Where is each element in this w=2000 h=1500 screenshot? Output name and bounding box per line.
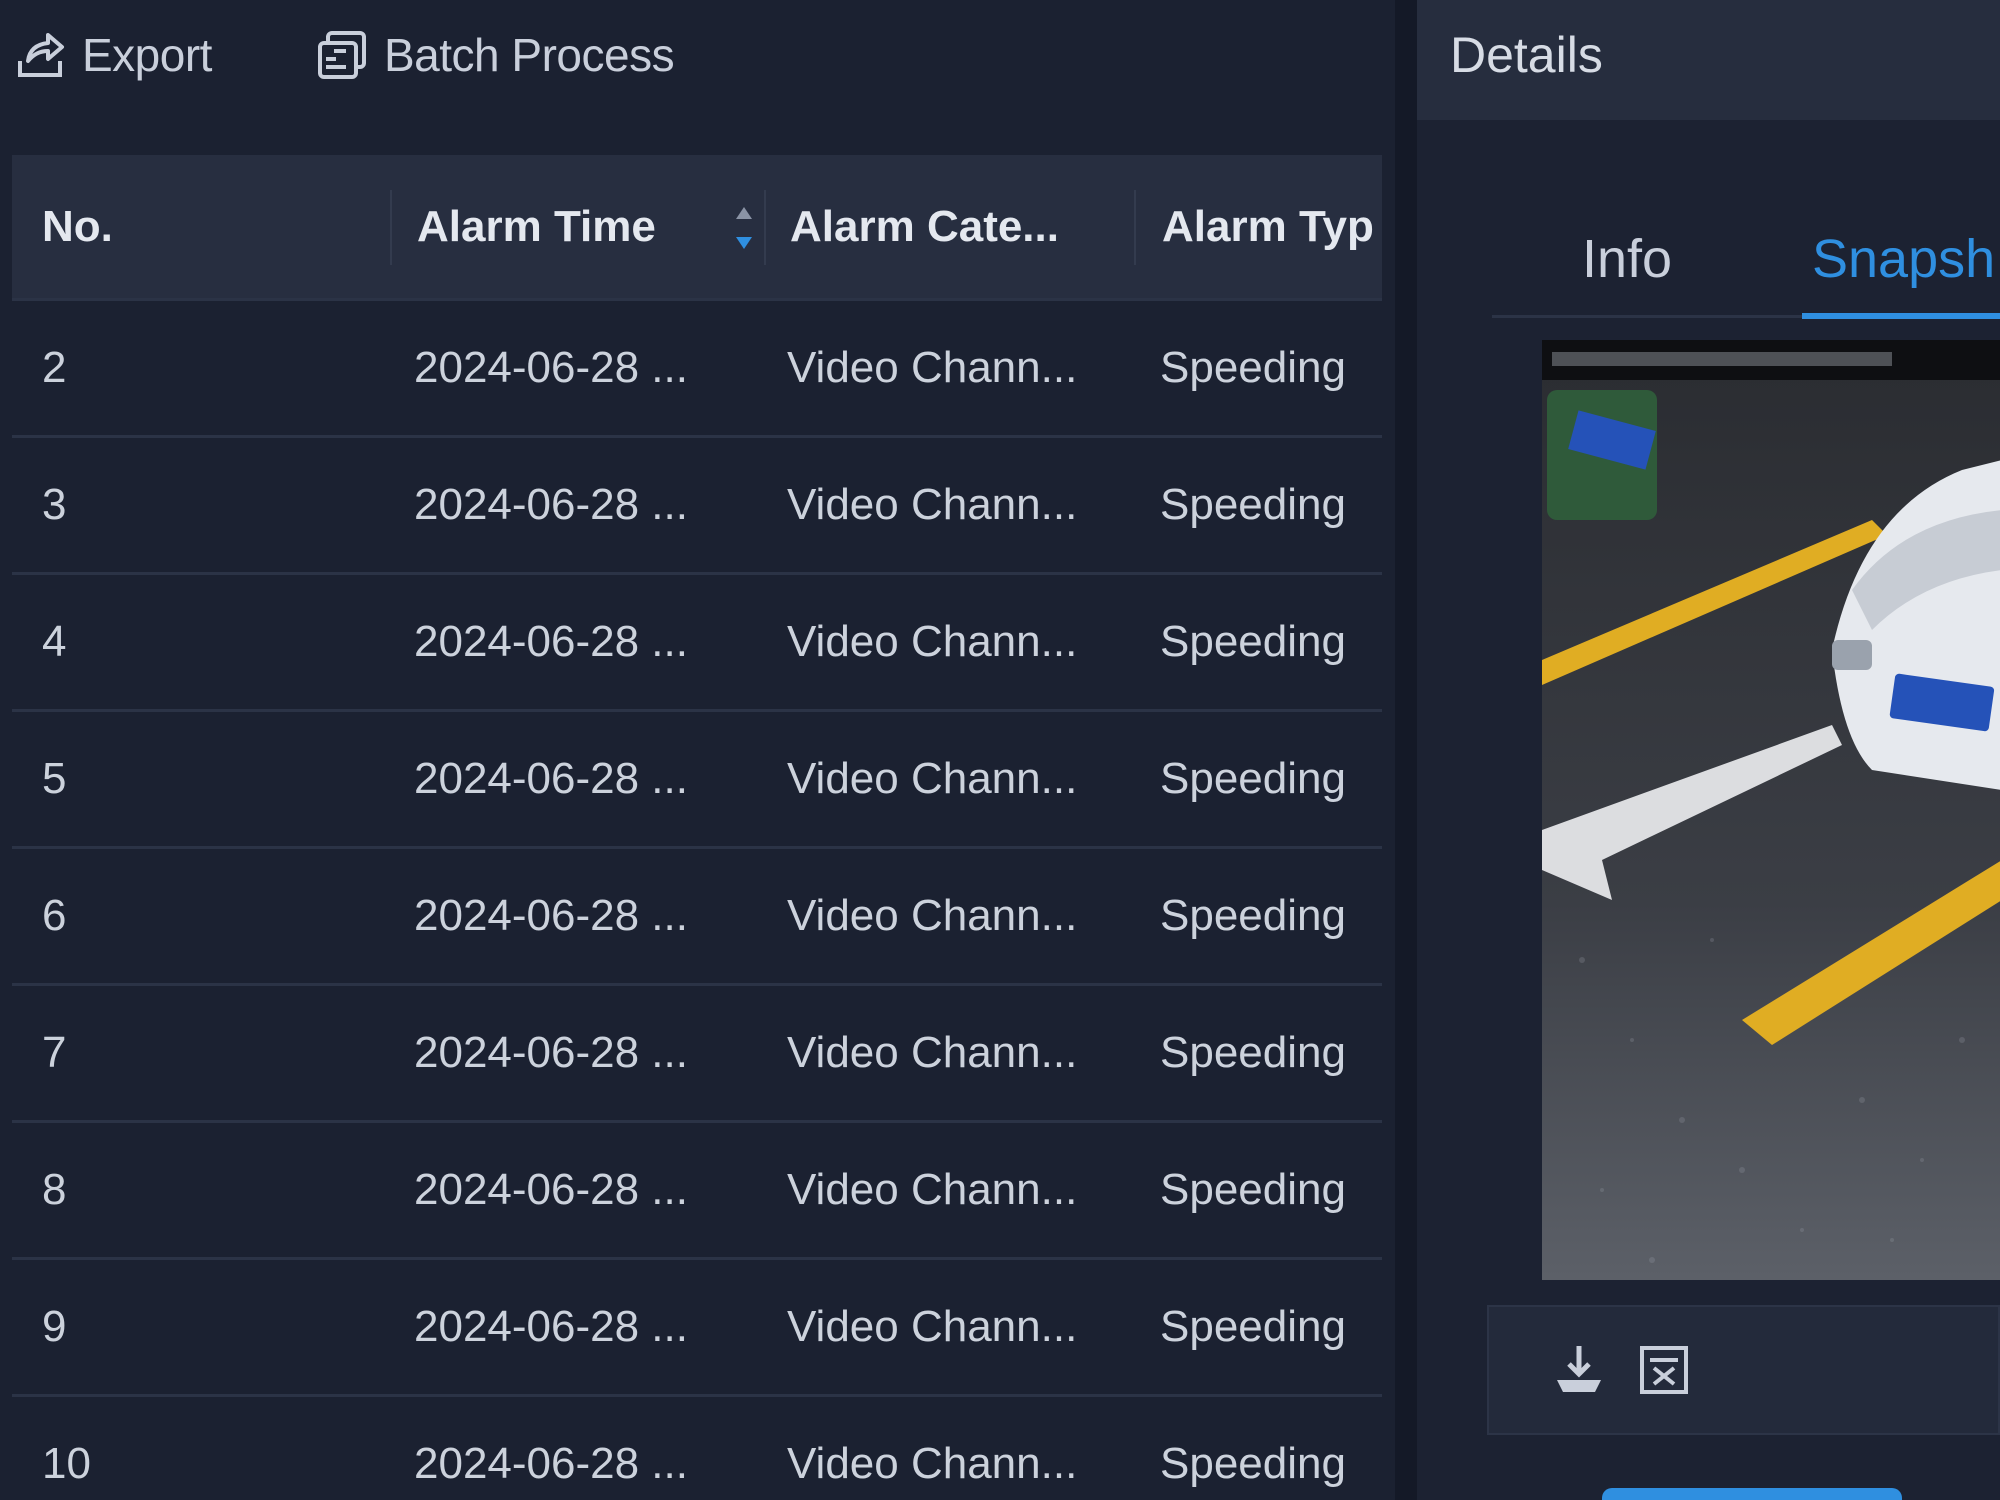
cell-no: 2 <box>42 343 67 392</box>
cell-alarm-category: Video Chann... <box>787 1028 1078 1077</box>
snapshot-toolbar <box>1487 1305 2000 1435</box>
alarm-table: No. Alarm Time Alarm Cate... Alarm Typ 2… <box>12 155 1382 1500</box>
cell-alarm-time: 2024-06-28 ... <box>414 480 688 529</box>
table-row[interactable]: 3 2024-06-28 ... Video Chann... Speeding <box>12 435 1382 572</box>
column-header-alarm-time[interactable]: Alarm Time <box>417 155 757 298</box>
cell-no: 9 <box>42 1302 67 1351</box>
cell-alarm-type: Speeding <box>1160 480 1346 529</box>
table-body: 2 2024-06-28 ... Video Chann... Speeding… <box>12 298 1382 1500</box>
table-row[interactable]: 2 2024-06-28 ... Video Chann... Speeding <box>12 298 1382 435</box>
table-row[interactable]: 7 2024-06-28 ... Video Chann... Speeding <box>12 983 1382 1120</box>
active-tab-indicator <box>1802 313 2000 319</box>
cell-alarm-time: 2024-06-28 ... <box>414 891 688 940</box>
cell-alarm-type: Speeding <box>1160 1302 1346 1351</box>
cell-no: 7 <box>42 1028 67 1077</box>
cell-alarm-type: Speeding <box>1160 343 1346 392</box>
table-row[interactable]: 10 2024-06-28 ... Video Chann... Speedin… <box>12 1394 1382 1500</box>
primary-action-button[interactable] <box>1602 1488 1902 1500</box>
export-button[interactable]: Export <box>8 22 212 88</box>
cell-alarm-time: 2024-06-28 ... <box>414 1028 688 1077</box>
cell-alarm-type: Speeding <box>1160 891 1346 940</box>
batch-process-label: Batch Process <box>384 29 675 81</box>
table-row[interactable]: 9 2024-06-28 ... Video Chann... Speeding <box>12 1257 1382 1394</box>
details-header: Details <box>1417 0 2000 120</box>
column-divider[interactable] <box>764 190 766 265</box>
column-header-no[interactable]: No. <box>42 155 382 298</box>
column-header-alarm-category[interactable]: Alarm Cate... <box>790 155 1130 298</box>
cell-no: 3 <box>42 480 67 529</box>
cell-alarm-category: Video Chann... <box>787 1439 1078 1488</box>
details-title: Details <box>1450 27 1603 83</box>
cell-alarm-category: Video Chann... <box>787 754 1078 803</box>
cell-alarm-type: Speeding <box>1160 1028 1346 1077</box>
cell-alarm-category: Video Chann... <box>787 891 1078 940</box>
table-row[interactable]: 4 2024-06-28 ... Video Chann... Speeding <box>12 572 1382 709</box>
table-row[interactable]: 6 2024-06-28 ... Video Chann... Speeding <box>12 846 1382 983</box>
table-header: No. Alarm Time Alarm Cate... Alarm Typ <box>12 155 1382 298</box>
table-row[interactable]: 5 2024-06-28 ... Video Chann... Speeding <box>12 709 1382 846</box>
cell-no: 8 <box>42 1165 67 1214</box>
cell-alarm-category: Video Chann... <box>787 343 1078 392</box>
column-divider[interactable] <box>1134 190 1136 265</box>
cell-no: 4 <box>42 617 67 666</box>
batch-process-button[interactable]: Batch Process <box>310 22 675 88</box>
cell-alarm-time: 2024-06-28 ... <box>414 1165 688 1214</box>
sort-icon[interactable] <box>730 203 758 253</box>
tab-snapshot[interactable]: Snapsh <box>1812 205 1995 312</box>
details-pane: Details Info Snapsh <box>1417 0 2000 1500</box>
cell-alarm-type: Speeding <box>1160 1165 1346 1214</box>
cell-alarm-time: 2024-06-28 ... <box>414 754 688 803</box>
details-tabs: Info Snapsh <box>1492 205 2000 319</box>
cell-alarm-category: Video Chann... <box>787 480 1078 529</box>
column-divider[interactable] <box>390 190 392 265</box>
alarm-list-pane: Export Batch Process No. Alarm Time Alar… <box>0 0 1390 1500</box>
snapshot-image[interactable] <box>1542 340 2000 1280</box>
toolbar: Export Batch Process <box>0 0 1390 110</box>
download-icon[interactable] <box>1544 1335 1614 1405</box>
cell-alarm-type: Speeding <box>1160 754 1346 803</box>
cell-alarm-type: Speeding <box>1160 1439 1346 1488</box>
cell-alarm-category: Video Chann... <box>787 617 1078 666</box>
cell-alarm-time: 2024-06-28 ... <box>414 1439 688 1488</box>
cell-no: 6 <box>42 891 67 940</box>
cell-alarm-time: 2024-06-28 ... <box>414 1302 688 1351</box>
pane-splitter[interactable] <box>1395 0 1417 1500</box>
cell-no: 10 <box>42 1439 91 1488</box>
table-row[interactable]: 8 2024-06-28 ... Video Chann... Speeding <box>12 1120 1382 1257</box>
export-icon <box>8 23 72 87</box>
cell-no: 5 <box>42 754 67 803</box>
cell-alarm-type: Speeding <box>1160 617 1346 666</box>
export-label: Export <box>82 29 212 81</box>
cell-alarm-time: 2024-06-28 ... <box>414 343 688 392</box>
cell-alarm-time: 2024-06-28 ... <box>414 617 688 666</box>
column-header-alarm-type[interactable]: Alarm Typ <box>1162 155 1382 298</box>
tab-info[interactable]: Info <box>1582 205 1672 312</box>
image-action-icon[interactable] <box>1629 1335 1699 1405</box>
batch-process-icon <box>310 23 374 87</box>
cell-alarm-category: Video Chann... <box>787 1302 1078 1351</box>
cell-alarm-category: Video Chann... <box>787 1165 1078 1214</box>
